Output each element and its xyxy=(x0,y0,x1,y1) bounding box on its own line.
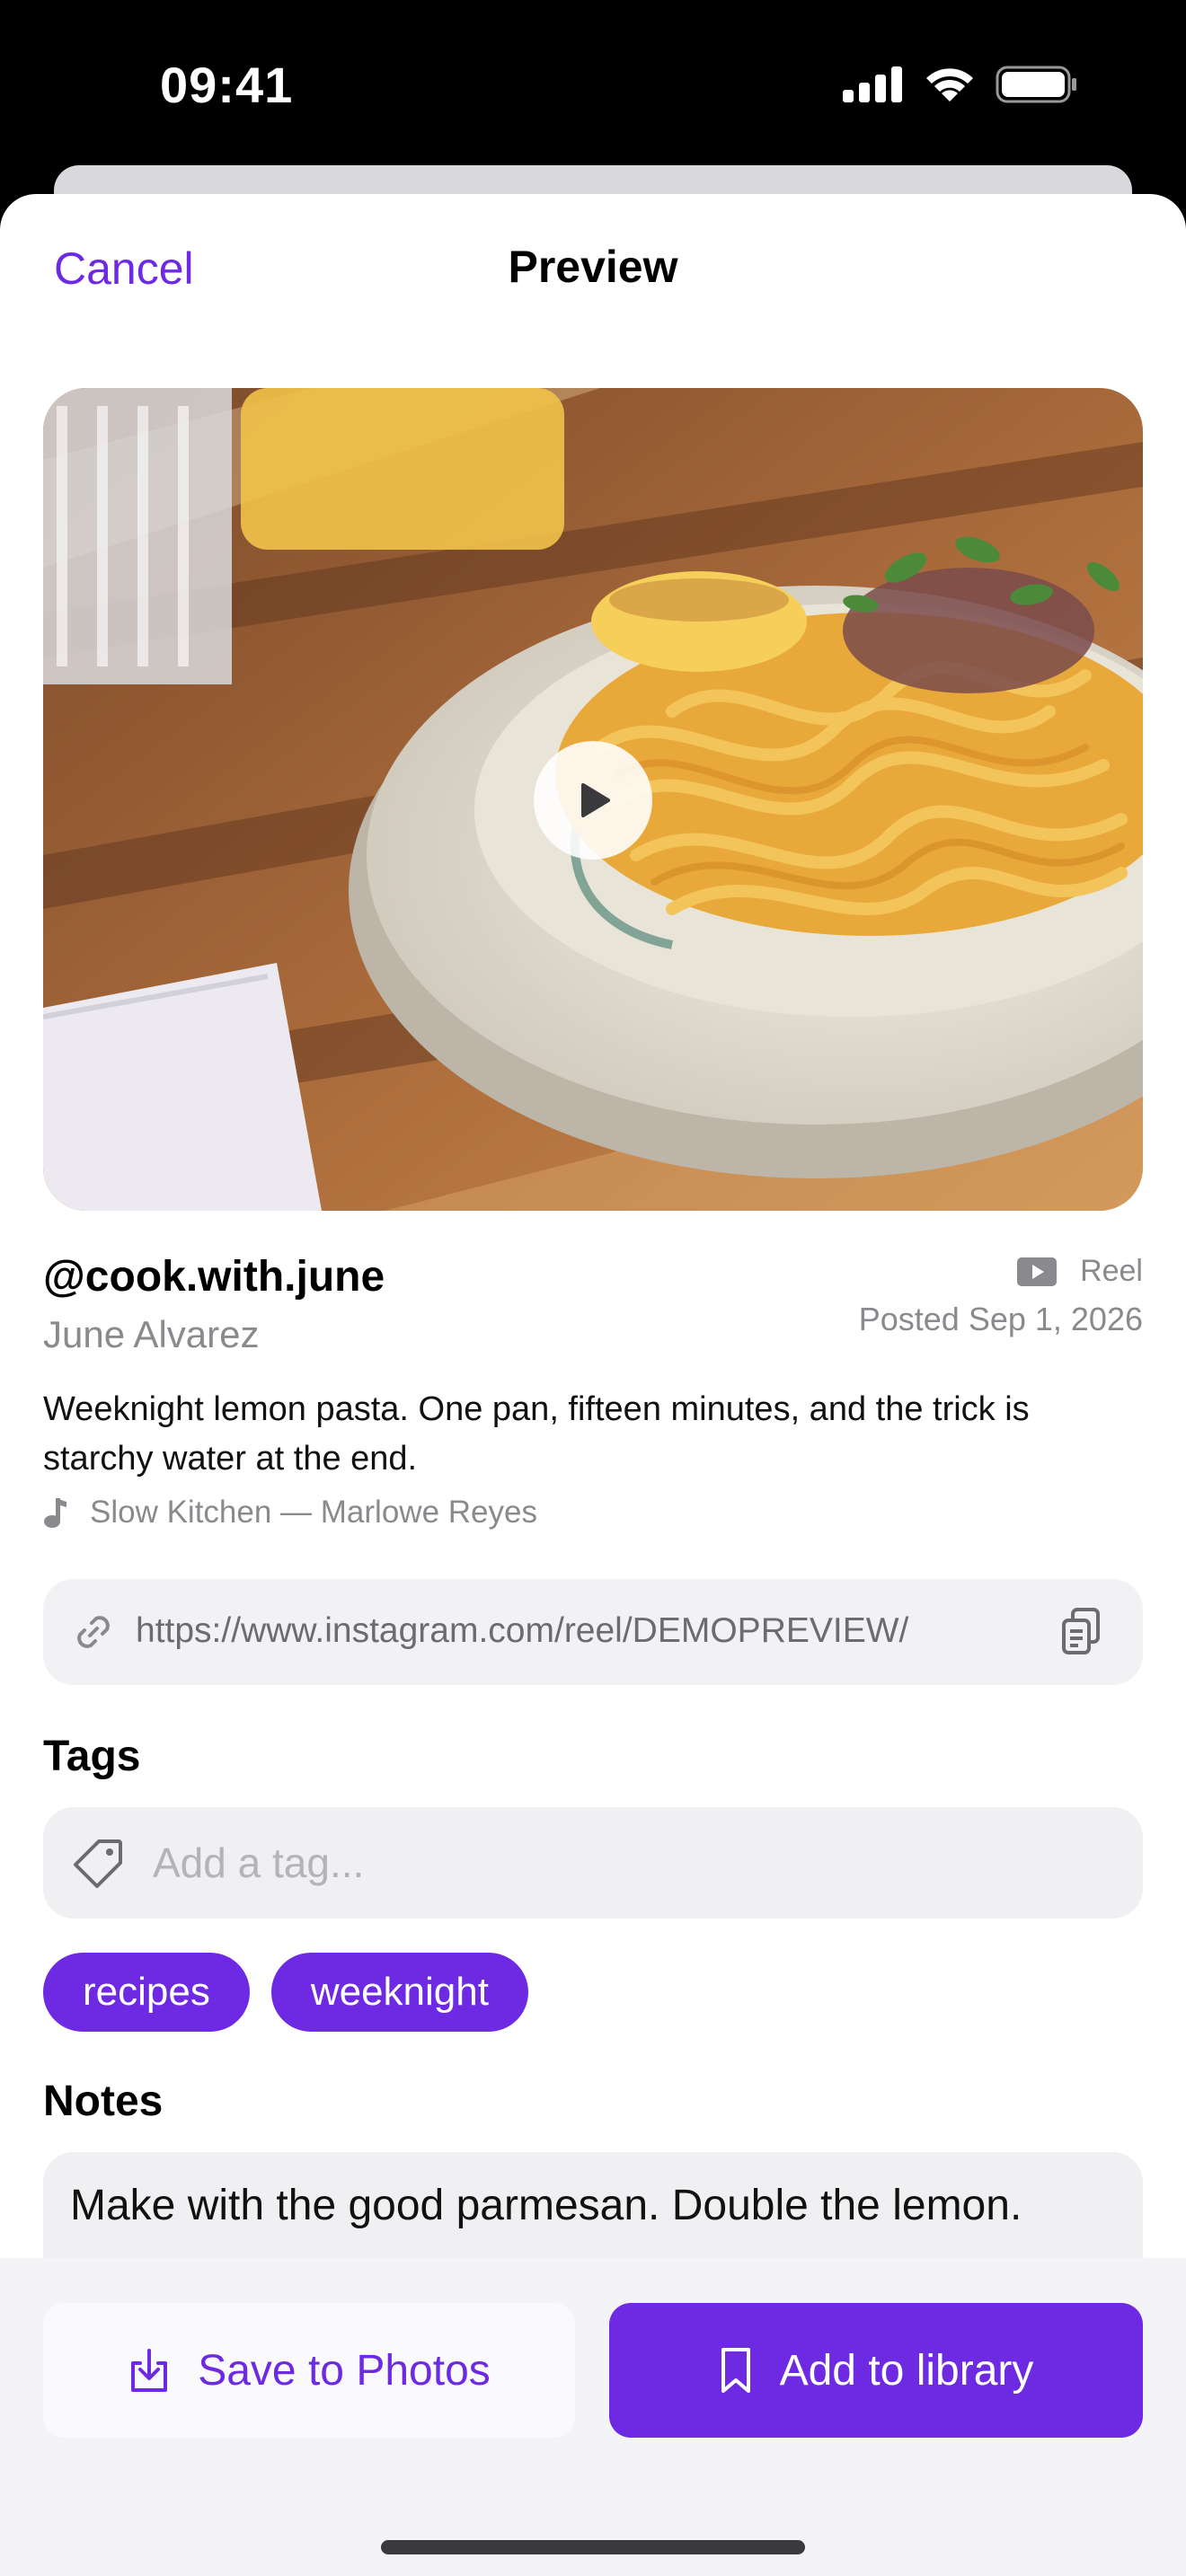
tag-chips: recipes weeknight xyxy=(43,1953,528,2032)
post-handle: @cook.with.june xyxy=(43,1253,385,1301)
post-caption: Weeknight lemon pasta. One pan, fifteen … xyxy=(43,1390,1030,1478)
tag-chip[interactable]: recipes xyxy=(43,1953,250,2032)
cellular-signal-icon xyxy=(843,66,902,102)
post-audio-label: Slow Kitchen — Marlowe Reyes xyxy=(90,1495,537,1530)
action-bar: Save to Photos Add to library xyxy=(0,2258,1186,2576)
play-button[interactable] xyxy=(534,741,652,860)
play-icon xyxy=(581,783,610,817)
save-to-photos-label: Save to Photos xyxy=(198,2346,491,2395)
link-icon xyxy=(77,1616,110,1648)
post-type-label: Reel xyxy=(1080,1254,1143,1288)
status-time: 09:41 xyxy=(160,57,294,113)
copy-icon[interactable] xyxy=(1060,1606,1103,1656)
battery-icon xyxy=(996,66,1076,103)
tag-chip[interactable]: weeknight xyxy=(270,1953,528,2032)
reel-thumbnail[interactable] xyxy=(43,388,1143,1211)
page-title: Preview xyxy=(508,242,678,292)
post-date: Posted Sep 1, 2026 xyxy=(858,1301,1143,1337)
tag-field[interactable] xyxy=(43,1807,1143,1919)
bookmark-icon xyxy=(721,2348,750,2393)
download-icon xyxy=(131,2349,168,2392)
post-author: June Alvarez xyxy=(43,1313,260,1355)
save-to-photos-button[interactable]: Save to Photos xyxy=(43,2303,575,2438)
link-url: https://www.instagram.com/reel/DEMOPREVI… xyxy=(136,1611,909,1650)
status-bar: 09:41 xyxy=(0,0,1186,171)
tag-input[interactable] xyxy=(153,1834,1105,1892)
notes-title: Notes xyxy=(43,2078,164,2125)
reel-icon xyxy=(1017,1257,1058,1286)
home-indicator[interactable] xyxy=(381,2540,805,2554)
post-type: Reel xyxy=(1017,1254,1143,1289)
post-audio: Slow Kitchen — Marlowe Reyes xyxy=(43,1495,537,1531)
add-to-library-button[interactable]: Add to library xyxy=(609,2303,1143,2438)
wifi-icon xyxy=(926,68,973,101)
tag-icon xyxy=(74,1839,122,1888)
music-note-icon xyxy=(44,1498,66,1528)
preview-sheet: Cancel Preview @cook.with.june June Alva… xyxy=(0,194,1186,2576)
add-to-library-label: Add to library xyxy=(779,2346,1034,2395)
status-icons xyxy=(843,63,1078,106)
link-field[interactable]: https://www.instagram.com/reel/DEMOPREVI… xyxy=(43,1579,1143,1685)
tags-title: Tags xyxy=(43,1733,141,1780)
